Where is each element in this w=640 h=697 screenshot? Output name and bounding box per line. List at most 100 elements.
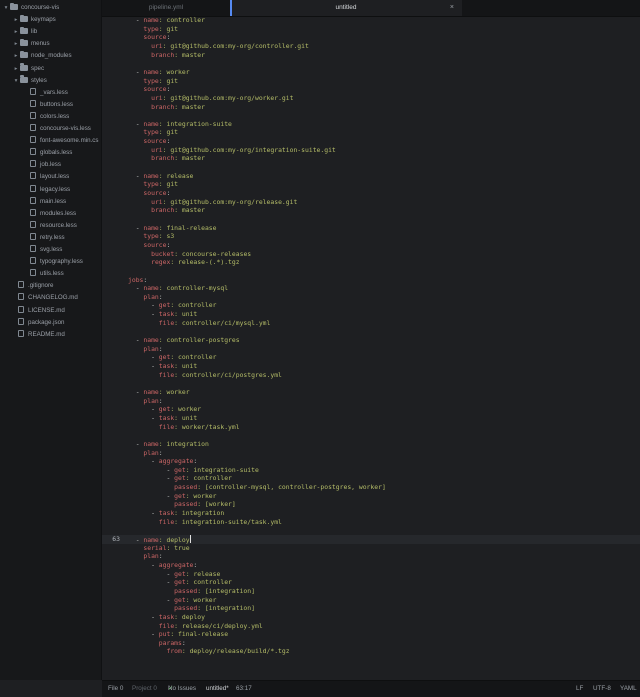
code-line[interactable]	[102, 327, 640, 336]
tree-file[interactable]: font-awesome.min.cs	[30, 135, 98, 147]
code-line[interactable]: - task: unit	[102, 310, 640, 319]
code-line[interactable]: - get: worker	[102, 492, 640, 501]
code-editor[interactable]: - name: controller type: git source: uri…	[102, 17, 640, 680]
tree-file[interactable]: legacy.less	[30, 184, 70, 196]
code-line[interactable]: type: git	[102, 77, 640, 86]
tree-file[interactable]: svg.less	[30, 244, 62, 256]
code-line[interactable]: uri: git@github.com:my-org/controller.gi…	[102, 42, 640, 51]
code-line[interactable]: bucket: concourse-releases	[102, 250, 640, 259]
tree-file[interactable]: .gitignore	[18, 280, 53, 292]
code-line[interactable]: - name: release	[102, 172, 640, 181]
tree-file[interactable]: layout.less	[30, 171, 69, 183]
code-line[interactable]: uri: git@github.com:my-org/integration-s…	[102, 146, 640, 155]
code-line[interactable]: source:	[102, 137, 640, 146]
code-line[interactable]: - name: integration	[102, 440, 640, 449]
code-line[interactable]: plan:	[102, 293, 640, 302]
code-line[interactable]: - task: unit	[102, 362, 640, 371]
code-line[interactable]: - name: final-release	[102, 224, 640, 233]
chevron-right-icon[interactable]: ▸	[12, 63, 20, 75]
code-line[interactable]: branch: master	[102, 154, 640, 163]
code-line[interactable]: - name: worker	[102, 388, 640, 397]
code-line[interactable]: file: release/ci/deploy.yml	[102, 622, 640, 631]
tree-root-folder[interactable]: ▾ concourse-vis	[2, 2, 59, 14]
tab-pipeline-yml[interactable]: pipeline.yml	[102, 0, 230, 16]
tree-file[interactable]: colors.less	[30, 111, 69, 123]
code-line[interactable]	[102, 111, 640, 120]
code-line[interactable]: - get: controller	[102, 578, 640, 587]
code-line[interactable]: - get: controller	[102, 353, 640, 362]
code-line[interactable]: branch: master	[102, 206, 640, 215]
code-line[interactable]: source:	[102, 33, 640, 42]
code-line[interactable]: type: git	[102, 128, 640, 137]
code-line[interactable]: - task: deploy	[102, 613, 640, 622]
current-code-line[interactable]: 63 - name: deploy	[102, 535, 640, 544]
tree-file[interactable]: retry.less	[30, 232, 65, 244]
tree-file[interactable]: main.less	[30, 196, 66, 208]
code-line[interactable]: - name: worker	[102, 68, 640, 77]
tree-file[interactable]: concourse-vis.less	[30, 123, 91, 135]
code-line[interactable]: - get: worker	[102, 596, 640, 605]
chevron-down-icon[interactable]: ▾	[12, 75, 20, 87]
file-encoding[interactable]: UTF-8	[593, 681, 611, 697]
code-line[interactable]: - aggregate:	[102, 457, 640, 466]
tree-file[interactable]: LICENSE.md	[18, 305, 65, 317]
code-line[interactable]	[102, 431, 640, 440]
tree-folder[interactable]: ▸ lib	[12, 26, 37, 38]
code-line[interactable]: jobs:	[102, 276, 640, 285]
code-line[interactable]: plan:	[102, 552, 640, 561]
tree-file[interactable]: resource.less	[30, 220, 77, 232]
tree-file[interactable]: _vars.less	[30, 87, 68, 99]
code-line[interactable]: source:	[102, 241, 640, 250]
code-line[interactable]	[102, 379, 640, 388]
code-line[interactable]: - aggregate:	[102, 561, 640, 570]
tree-folder[interactable]: ▸ menus	[12, 38, 50, 50]
code-line[interactable]: passed: [integration]	[102, 604, 640, 613]
code-line[interactable]: plan:	[102, 397, 640, 406]
code-line[interactable]: type: s3	[102, 232, 640, 241]
code-line[interactable]: type: git	[102, 180, 640, 189]
chevron-right-icon[interactable]: ▸	[12, 26, 20, 38]
tree-file[interactable]: job.less	[30, 159, 61, 171]
code-line[interactable]: uri: git@github.com:my-org/worker.git	[102, 94, 640, 103]
tab-untitled[interactable]: untitled ×	[230, 0, 462, 16]
file-count[interactable]: File 0	[108, 681, 123, 697]
code-line[interactable]: - name: controller-mysql	[102, 284, 640, 293]
code-line[interactable]: type: git	[102, 25, 640, 34]
code-line[interactable]: regex: release-(.*).tgz	[102, 258, 640, 267]
code-line[interactable]: serial: true	[102, 544, 640, 553]
tree-folder-styles[interactable]: ▾ styles	[12, 75, 47, 87]
code-line[interactable]: plan:	[102, 345, 640, 354]
tree-file[interactable]: utils.less	[30, 268, 64, 280]
tree-file[interactable]: package.json	[18, 317, 64, 329]
code-line[interactable]	[102, 163, 640, 172]
chevron-right-icon[interactable]: ▸	[12, 50, 20, 62]
code-line[interactable]	[102, 215, 640, 224]
code-line[interactable]: file: integration-suite/task.yml	[102, 518, 640, 527]
code-line[interactable]: source:	[102, 189, 640, 198]
chevron-down-icon[interactable]: ▾	[2, 2, 10, 14]
current-file-name[interactable]: untitled*	[206, 681, 229, 697]
code-line[interactable]	[102, 526, 640, 535]
tree-file[interactable]: README.md	[18, 329, 65, 341]
code-line[interactable]: - name: controller-postgres	[102, 336, 640, 345]
code-line[interactable]: branch: master	[102, 103, 640, 112]
file-tree[interactable]: ▾ concourse-vis ▸ keymaps ▸ lib ▸ menus ▸ node_mo…	[0, 0, 102, 680]
code-line[interactable]: branch: master	[102, 51, 640, 60]
code-line[interactable]: file: worker/task.yml	[102, 423, 640, 432]
chevron-right-icon[interactable]: ▸	[12, 38, 20, 50]
code-line[interactable]	[102, 267, 640, 276]
code-line[interactable]: - task: integration	[102, 509, 640, 518]
code-line[interactable]: - get: controller	[102, 301, 640, 310]
code-line[interactable]: source:	[102, 85, 640, 94]
code-line[interactable]: - get: controller	[102, 474, 640, 483]
code-line[interactable]: from: deploy/release/build/*.tgz	[102, 647, 640, 656]
code-line[interactable]: file: controller/ci/postgres.yml	[102, 371, 640, 380]
grammar-selector[interactable]: YAML	[620, 681, 637, 697]
code-line[interactable]: - get: release	[102, 570, 640, 579]
code-line[interactable]: file: controller/ci/mysql.yml	[102, 319, 640, 328]
code-line[interactable]: uri: git@github.com:my-org/release.git	[102, 198, 640, 207]
project-count[interactable]: Project 0	[132, 681, 157, 697]
code-line[interactable]: passed: [controller-mysql, controller-po…	[102, 483, 640, 492]
code-line[interactable]: - task: unit	[102, 414, 640, 423]
tree-folder[interactable]: ▸ spec	[12, 63, 44, 75]
